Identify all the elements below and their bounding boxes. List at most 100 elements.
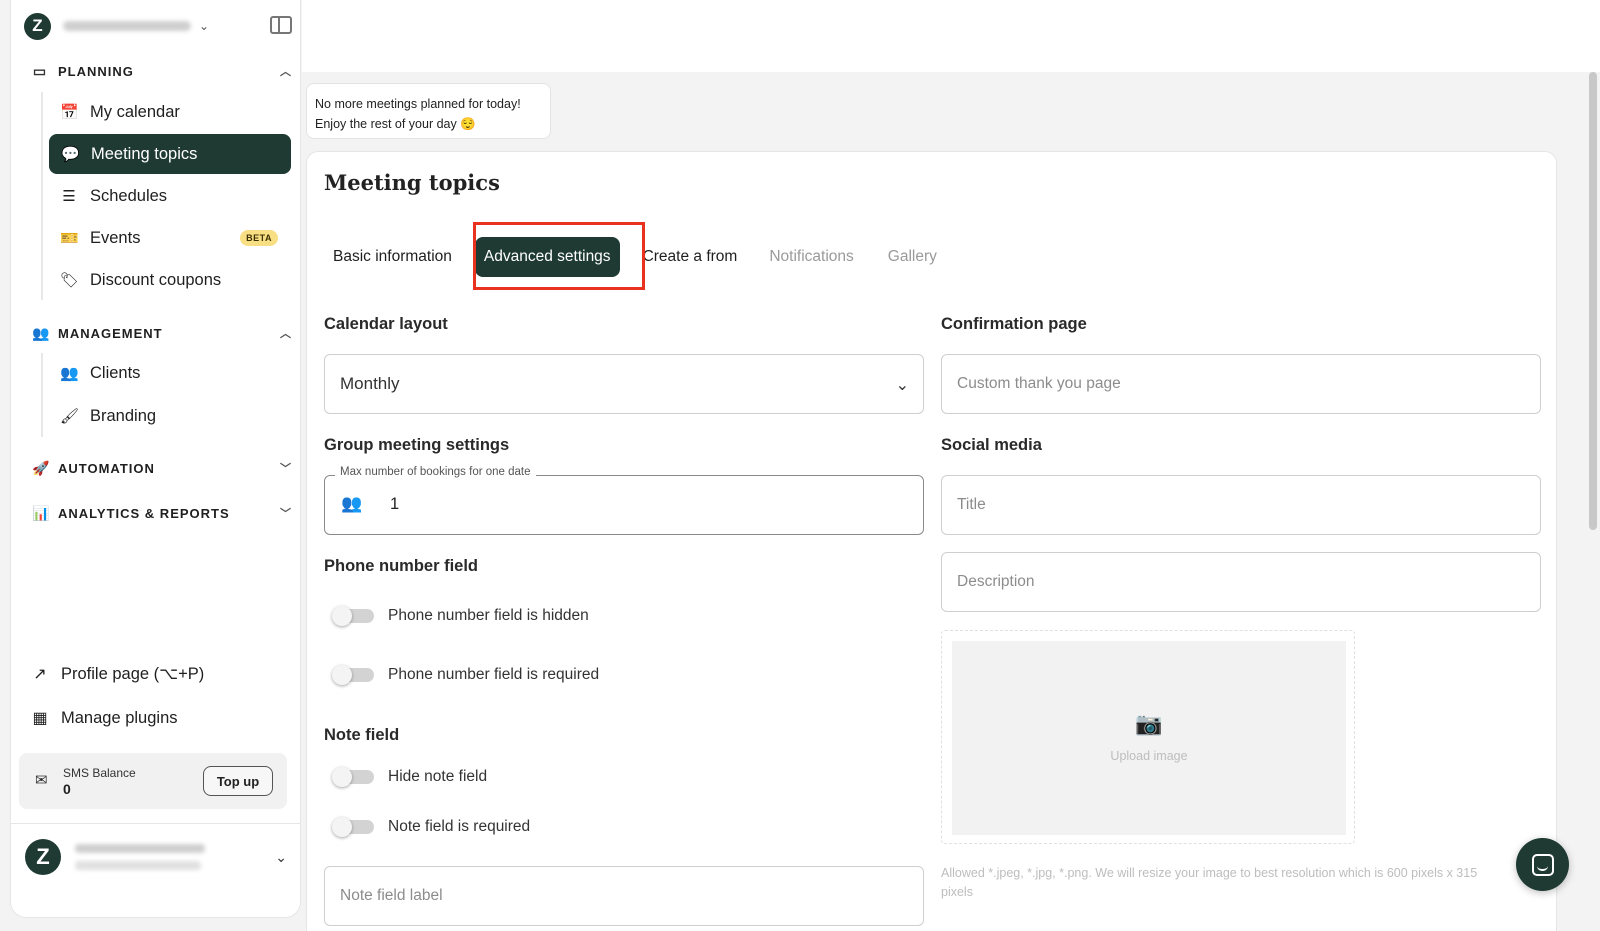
phone-number-field-label: Phone number field (324, 557, 479, 575)
section-analytics-reports[interactable]: 📊 ANALYTICS & REPORTS ﹀ (32, 503, 292, 523)
account-menu[interactable]: Z ⌄ (25, 838, 287, 876)
account-name-blurred (75, 844, 205, 870)
workspace-switcher[interactable]: Z ⌄ (24, 12, 292, 40)
hide-note-toggle[interactable] (332, 767, 374, 787)
chevron-down-icon: ⌄ (199, 19, 210, 33)
toggle-label: Phone number field is hidden (388, 607, 589, 624)
profile-page-label: Profile page (⌥+P) (61, 665, 205, 683)
section-automation[interactable]: 🚀 AUTOMATION ﹀ (32, 458, 292, 478)
social-title-input[interactable]: Title (941, 475, 1541, 535)
sidebar-item-label: Discount coupons (90, 270, 222, 289)
sidebar: Z ⌄ ▭ PLANNING ︿ 📅 My calendar 💬 Meeting… (10, 0, 301, 918)
top-up-button[interactable]: Top up (203, 766, 273, 796)
sidebar-item-my-calendar[interactable]: 📅 My calendar (48, 92, 290, 132)
section-title: PLANNING (58, 63, 134, 79)
chevron-down-icon: ⌄ (895, 377, 909, 394)
meeting-topic-settings-card: Meeting topics Basic information Advance… (306, 151, 1557, 931)
tab-create-a-form[interactable]: Create a from (634, 237, 747, 277)
note-required-toggle-row[interactable]: Note field is required (332, 814, 531, 840)
group-meeting-label: Group meeting settings (324, 436, 510, 454)
tab-notifications[interactable]: Notifications (760, 237, 862, 277)
settings-tabs: Basic information Advanced settings Crea… (324, 235, 962, 279)
note-field-label-input[interactable]: Note field label (324, 866, 924, 926)
note-required-toggle[interactable] (332, 817, 374, 837)
phone-required-toggle[interactable] (332, 665, 374, 685)
app-logo: Z (24, 12, 51, 40)
sidebar-item-discount-coupons[interactable]: 🏷 Discount coupons (48, 260, 290, 300)
notice-line-1: No more meetings planned for today! (315, 97, 521, 111)
sidebar-item-label: Schedules (90, 186, 168, 205)
mail-icon: ✉ (35, 772, 48, 789)
calendar-layout-value: Monthly (340, 374, 400, 393)
manage-plugins-link[interactable]: ▦ Manage plugins (31, 703, 178, 733)
sidebar-item-branding[interactable]: 🖌 Branding (48, 396, 290, 436)
calendar-layout-select[interactable]: Monthly ⌄ (324, 354, 924, 414)
sms-balance-card: ✉ SMS Balance 0 Top up (19, 753, 287, 809)
chevron-down-icon: ﹀ (280, 463, 292, 475)
max-bookings-legend: Max number of bookings for one date (335, 466, 536, 478)
sidebar-collapse-icon[interactable] (270, 16, 292, 34)
max-bookings-field[interactable]: Max number of bookings for one date 👥 1 (324, 466, 924, 535)
support-chat-button[interactable] (1516, 838, 1569, 891)
sms-balance-value: 0 (63, 781, 71, 797)
note-field-label: Note field (324, 726, 400, 744)
workspace-name-blurred (63, 21, 191, 31)
phone-required-toggle-row[interactable]: Phone number field is required (332, 662, 600, 688)
sidebar-item-meeting-topics[interactable]: 💬 Meeting topics (49, 134, 291, 174)
sidebar-item-label: Events (90, 228, 141, 247)
calendar-layout-label: Calendar layout (324, 315, 448, 333)
upload-hint: Allowed *.jpeg, *.jpg, *.png. We will re… (941, 866, 1478, 899)
section-planning[interactable]: ▭ PLANNING ︿ (32, 61, 292, 81)
hide-note-toggle-row[interactable]: Hide note field (332, 764, 488, 790)
toggle-label: Phone number field is required (388, 666, 600, 683)
toggle-label: Note field is required (388, 818, 531, 835)
add-photo-icon: 📷 (1135, 711, 1163, 736)
page-title: Meeting topics (324, 170, 500, 195)
section-title: AUTOMATION (58, 460, 155, 476)
sidebar-item-label: My calendar (90, 102, 180, 121)
sidebar-item-label: Meeting topics (91, 144, 198, 163)
page-scrollbar[interactable] (1589, 72, 1597, 530)
tab-basic-information[interactable]: Basic information (324, 237, 461, 277)
sidebar-item-clients[interactable]: 👥 Clients (48, 353, 290, 393)
chart-icon: 📊 (32, 504, 51, 521)
sidebar-item-schedules[interactable]: ☰ Schedules (48, 176, 290, 216)
manage-plugins-label: Manage plugins (61, 708, 178, 727)
max-bookings-value: 1 (390, 495, 400, 513)
calendar-icon: 📅 (60, 104, 79, 121)
plugins-icon: ▦ (32, 710, 48, 727)
phone-hidden-toggle-row[interactable]: Phone number field is hidden (332, 603, 589, 629)
tab-gallery[interactable]: Gallery (879, 237, 946, 277)
phone-hidden-toggle[interactable] (332, 606, 374, 626)
custom-thank-you-input[interactable]: Custom thank you page (941, 354, 1541, 414)
confirmation-page-label: Confirmation page (941, 315, 1087, 333)
profile-page-link[interactable]: ↗ Profile page (⌥+P) (31, 659, 204, 689)
section-title: ANALYTICS & REPORTS (58, 505, 230, 521)
users-icon: 👥 (60, 365, 79, 382)
social-media-label: Social media (941, 436, 1042, 454)
daily-notice: No more meetings planned for today! Enjo… (306, 83, 551, 139)
tab-advanced-settings[interactable]: Advanced settings (474, 237, 620, 277)
upload-area: 📷 Upload image (952, 641, 1346, 835)
chevron-up-icon: ︿ (280, 328, 292, 340)
avatar: Z (25, 839, 61, 875)
social-description-input[interactable]: Description (941, 552, 1541, 612)
chevron-down-icon: ﹀ (280, 508, 292, 520)
upload-image-dropzone[interactable]: 📷 Upload image (941, 630, 1355, 844)
coupon-icon: 🏷 (60, 272, 80, 289)
sidebar-item-label: Branding (90, 406, 157, 425)
brush-icon: 🖌 (60, 408, 80, 425)
top-bar (302, 0, 1600, 72)
divider (11, 823, 300, 824)
ticket-icon: 🎫 (60, 230, 79, 247)
sidebar-item-label: Clients (90, 363, 141, 382)
sms-balance-label: SMS Balance (63, 766, 136, 780)
nav-guide-line (41, 353, 43, 437)
external-link-icon: ↗ (33, 666, 47, 683)
toggle-label: Hide note field (388, 768, 488, 785)
section-title: MANAGEMENT (58, 325, 163, 341)
sidebar-item-events[interactable]: 🎫 Events BETA (48, 218, 290, 258)
section-management[interactable]: 👥 MANAGEMENT ︿ (32, 323, 292, 343)
upload-image-label: Upload image (1110, 749, 1188, 763)
notice-line-2: Enjoy the rest of your day 😌 (315, 117, 476, 131)
